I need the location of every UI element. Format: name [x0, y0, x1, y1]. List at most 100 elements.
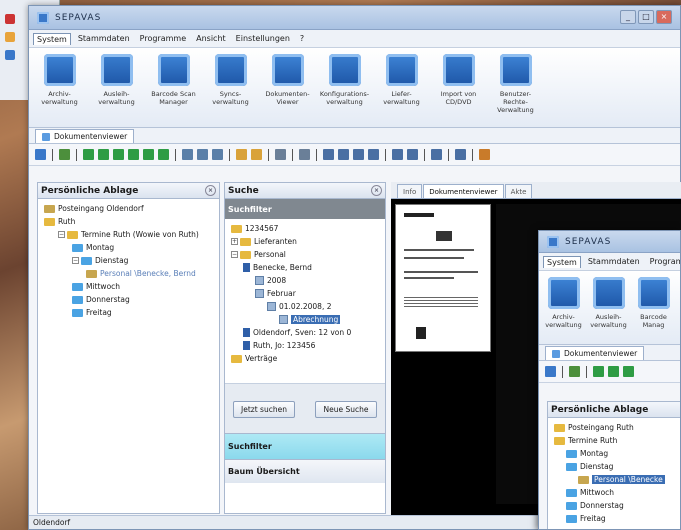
ribbon-button-item-1[interactable]: Ausleih- verwaltung — [588, 277, 629, 329]
maximize-button[interactable]: □ — [638, 10, 654, 24]
accordion-tree-overview[interactable]: Baum Übersicht — [225, 459, 385, 483]
play-icon[interactable] — [143, 149, 154, 160]
accordion-search-filter[interactable]: Suchfilter — [225, 433, 385, 459]
first-page-icon[interactable] — [83, 149, 94, 160]
search-tree-item[interactable]: − Personal — [227, 248, 383, 261]
search-icon[interactable] — [35, 149, 46, 160]
search-tree-item[interactable]: Abrechnung — [227, 313, 383, 326]
menu-ansicht[interactable]: Ansicht — [193, 33, 229, 44]
tree-item[interactable]: − Dienstag — [40, 254, 217, 267]
panel-close-icon[interactable]: × — [371, 185, 382, 196]
tree-item[interactable]: Mittwoch — [40, 280, 217, 293]
rotate-left-icon[interactable] — [236, 149, 247, 160]
search-tree-item[interactable]: 2008 — [227, 274, 383, 287]
fit-page-icon[interactable] — [212, 149, 223, 160]
ribbon-button-lend[interactable]: Ausleih- verwaltung — [90, 54, 143, 106]
search-tree-item[interactable]: Ruth, Jo: 123456 — [227, 339, 383, 352]
tab-akte[interactable]: Akte — [504, 184, 533, 198]
search-tree-item[interactable]: 01.02.2008, 2 — [227, 300, 383, 313]
page-icon[interactable] — [275, 149, 286, 160]
tree-item[interactable]: Donnerstag — [40, 293, 217, 306]
rotate-right-icon[interactable] — [251, 149, 262, 160]
menu-stammdaten[interactable]: Stammdaten — [75, 33, 133, 44]
new-search-button[interactable]: Neue Suche — [315, 401, 377, 418]
panel-close-icon[interactable]: × — [205, 185, 216, 196]
grid-icon[interactable] — [323, 149, 334, 160]
ribbon-button-barcode-scan[interactable]: Barcode Scan Manager — [147, 54, 200, 106]
person-document-icon — [243, 328, 250, 337]
expand-icon[interactable]: − — [231, 251, 238, 258]
ribbon-button-sync[interactable]: Syncs- verwaltung — [204, 54, 257, 106]
attach-icon[interactable] — [431, 149, 442, 160]
menu-programme[interactable]: Programme — [647, 256, 680, 267]
nav-icon[interactable] — [569, 366, 580, 377]
search-tree-item[interactable]: 1234567 — [227, 222, 383, 235]
zoom-in-icon[interactable] — [182, 149, 193, 160]
menu-einstellungen[interactable]: Einstellungen — [233, 33, 293, 44]
zoom-out-icon[interactable] — [197, 149, 208, 160]
search-tree-item[interactable]: + Lieferanten — [227, 235, 383, 248]
search-tree-item[interactable]: Benecke, Bernd — [227, 261, 383, 274]
save-icon[interactable] — [455, 149, 466, 160]
tree-item[interactable]: Donnerstag — [550, 499, 680, 512]
first-icon[interactable] — [593, 366, 604, 377]
list-icon[interactable] — [338, 149, 349, 160]
ribbon-button-archive[interactable]: Archiv- verwaltung — [33, 54, 86, 106]
table-icon[interactable] — [353, 149, 364, 160]
search-tree-item[interactable]: Verträge — [227, 352, 383, 365]
prev-icon[interactable] — [608, 366, 619, 377]
columns-icon[interactable] — [368, 149, 379, 160]
prev-page-icon[interactable] — [98, 149, 109, 160]
tree-item[interactable]: − Termine Ruth (Wowie von Ruth) — [40, 228, 217, 241]
tree-item[interactable]: Freitag — [40, 306, 217, 319]
minimize-button[interactable]: _ — [620, 10, 636, 24]
expand-icon[interactable]: − — [72, 257, 79, 264]
tree-item[interactable]: Mittwoch — [550, 486, 680, 499]
search-tree-item[interactable]: Februar — [227, 287, 383, 300]
last-page-icon[interactable] — [128, 149, 139, 160]
ribbon-button-delivery-box[interactable]: Liefer- verwaltung — [375, 54, 428, 106]
tab-document-viewer[interactable]: Dokumentenviewer — [545, 346, 645, 360]
document-thumbnail[interactable] — [395, 204, 491, 352]
tab-info[interactable]: Info — [397, 184, 423, 198]
tree-item[interactable]: Personal \Benecke — [550, 473, 680, 486]
ribbon-button-import-cd[interactable]: Import von CD/DVD — [432, 54, 485, 106]
ribbon-button-user-rights[interactable]: Benutzer-Rechte- Verwaltung — [489, 54, 542, 114]
tree-item-label: Termine Ruth — [568, 436, 618, 445]
menu-stammdaten[interactable]: Stammdaten — [585, 256, 643, 267]
tab-dokumentenviewer[interactable]: Dokumentenviewer — [423, 184, 504, 198]
search-icon[interactable] — [545, 366, 556, 377]
tree-item[interactable]: Posteingang Ruth — [550, 421, 680, 434]
tree-item[interactable]: Montag — [40, 241, 217, 254]
menu-system[interactable]: System — [543, 255, 581, 268]
nav-icon[interactable] — [59, 149, 70, 160]
tree-item[interactable]: Freitag — [550, 512, 680, 525]
next-icon[interactable] — [623, 366, 634, 377]
tree-item[interactable]: Ruth — [40, 215, 217, 228]
next-page-icon[interactable] — [113, 149, 124, 160]
ribbon-button-item-2[interactable]: Barcode Manag — [633, 277, 674, 329]
tree-item[interactable]: Posteingang Oldendorf — [40, 202, 217, 215]
stop-icon[interactable] — [158, 149, 169, 160]
scan-icon[interactable] — [392, 149, 403, 160]
search-now-button[interactable]: Jetzt suchen — [233, 401, 295, 418]
tab-document-viewer[interactable]: Dokumentenviewer — [35, 129, 135, 143]
expand-icon[interactable]: + — [231, 238, 238, 245]
search-tree-item[interactable]: Oldendorf, Sven: 12 von 0 — [227, 326, 383, 339]
print-icon[interactable] — [299, 149, 310, 160]
ribbon-button-config-tools[interactable]: Konfigurations- verwaltung — [318, 54, 371, 106]
expand-icon[interactable]: − — [58, 231, 65, 238]
tree-item[interactable]: Personal \Benecke, Bernd — [40, 267, 217, 280]
search-panel: Suche × Suchfilter 1234567 + Lieferanten − P… — [224, 182, 386, 514]
menu--[interactable]: ? — [297, 33, 307, 44]
menu-programme[interactable]: Programme — [137, 33, 189, 44]
tree-item[interactable]: Montag — [550, 447, 680, 460]
tree-item[interactable]: Termine Ruth — [550, 434, 680, 447]
menu-system[interactable]: System — [33, 32, 71, 45]
close-button[interactable]: × — [656, 10, 672, 24]
ribbon-button-item-0[interactable]: Archiv- verwaltung — [543, 277, 584, 329]
export-icon[interactable] — [407, 149, 418, 160]
tree-item[interactable]: Dienstag — [550, 460, 680, 473]
ribbon-button-document-viewer[interactable]: Dokumenten- Viewer — [261, 54, 314, 106]
settings-icon[interactable] — [479, 149, 490, 160]
